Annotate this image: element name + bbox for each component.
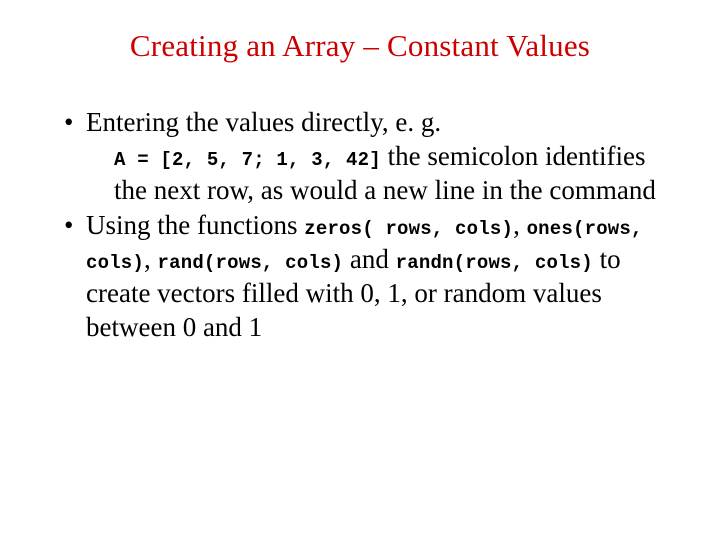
code-zeros: zeros( rows, cols) <box>304 218 513 240</box>
bullet-entering-lead: Entering the values directly, e. g. <box>86 107 441 137</box>
bullet-entering-sub: A = [2, 5, 7; 1, 3, 42] the semicolon id… <box>86 140 672 208</box>
slide-title: Creating an Array – Constant Values <box>48 28 672 64</box>
bullet-functions-lead: Using the functions <box>86 210 304 240</box>
sep: , <box>513 210 527 240</box>
slide: Creating an Array – Constant Values Ente… <box>0 0 720 540</box>
and: and <box>343 244 395 274</box>
bullet-functions: Using the functions zeros( rows, cols), … <box>64 209 672 344</box>
code-rand: rand(rows, cols) <box>158 252 344 274</box>
bullet-list: Entering the values directly, e. g. A = … <box>48 106 672 344</box>
code-array-literal: A = [2, 5, 7; 1, 3, 42] <box>114 149 381 171</box>
code-randn: randn(rows, cols) <box>396 252 593 274</box>
sep: , <box>144 244 158 274</box>
bullet-entering: Entering the values directly, e. g. A = … <box>64 106 672 207</box>
